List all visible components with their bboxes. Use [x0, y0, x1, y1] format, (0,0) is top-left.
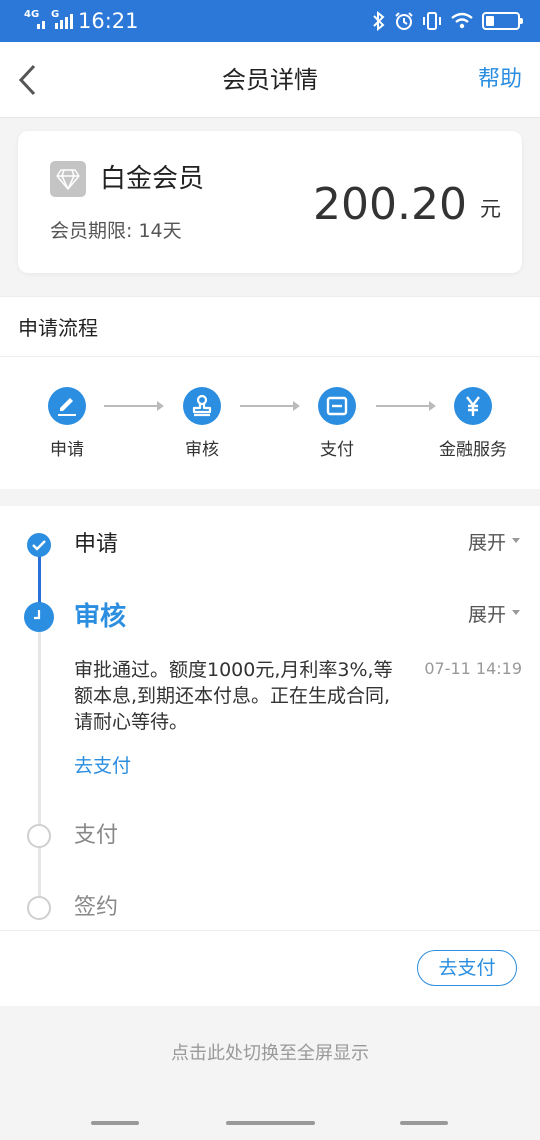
message-timestamp: 07-11 14:19 [424, 659, 522, 678]
expand-toggle[interactable]: 展开 [468, 531, 520, 555]
wallet-icon [318, 387, 356, 425]
member-period: 会员期限: 14天 [50, 220, 182, 242]
pending-circle-icon [27, 896, 51, 920]
yen-icon [454, 387, 492, 425]
clock: 16:21 [78, 9, 139, 33]
fullscreen-toggle[interactable]: 点击此处切换至全屏显示 [0, 1042, 540, 1066]
approval-message: 审批通过。额度1000元,月利率3%,等额本息,到期还本付息。正在生成合同,请耐… [74, 659, 393, 733]
process-panel: 申请流程 申请 审核 支付 金融服务 [0, 296, 540, 489]
timeline-line [38, 631, 41, 906]
help-link[interactable]: 帮助 [478, 64, 522, 96]
status-bar: 4G G 16:21 [0, 0, 540, 42]
timeline-item-label: 申请 [74, 532, 119, 557]
caret-down-icon [512, 610, 520, 615]
signal-bar [70, 14, 73, 29]
member-amount: 200.20 [313, 179, 467, 230]
status-timeline: 申请 展开 审核 展开 审批通过。额度1000元,月利率3%,等额本息,到期还本… [0, 506, 540, 1006]
process-title: 申请流程 [18, 316, 98, 340]
vibrate-icon [423, 12, 441, 30]
step-arrow [376, 401, 436, 411]
check-icon [27, 533, 51, 557]
nav-bar: 会员详情 帮助 [0, 42, 540, 118]
step-arrow [104, 401, 164, 411]
step-label: 审核 [185, 440, 219, 460]
signal-bar [60, 20, 63, 29]
signal-bar [42, 21, 45, 29]
expand-label: 展开 [467, 532, 506, 554]
stamp-icon [183, 387, 221, 425]
network-type-2: G [51, 9, 60, 20]
wifi-icon [451, 12, 473, 29]
go-pay-link[interactable]: 去支付 [74, 754, 131, 778]
network-type: 4G [24, 9, 40, 20]
timeline-item-label: 支付 [74, 823, 119, 848]
expand-toggle[interactable]: 展开 [468, 603, 520, 627]
bluetooth-icon [373, 11, 385, 31]
process-header: 申请流程 [0, 297, 540, 357]
divider [0, 930, 540, 931]
amount-unit: 元 [480, 197, 501, 221]
timeline-item-label: 签约 [74, 895, 119, 920]
signal-bar [37, 24, 40, 29]
status-icons [372, 9, 523, 33]
diamond-icon [50, 161, 86, 197]
nav-gesture-pill [226, 1121, 315, 1125]
nav-gesture-pill [400, 1121, 448, 1125]
step-label: 金融服务 [439, 440, 507, 460]
signal-bar [65, 17, 68, 29]
step-label: 申请 [50, 440, 84, 460]
step-arrow [240, 401, 300, 411]
step-label: 支付 [320, 440, 354, 460]
pencil-icon [48, 387, 86, 425]
go-pay-button[interactable]: 去支付 [417, 950, 517, 986]
caret-down-icon [512, 538, 520, 543]
nav-gesture-pill [91, 1121, 139, 1125]
alarm-icon [395, 12, 413, 30]
battery-icon [482, 12, 523, 30]
timeline-item-label-current: 审核 [74, 602, 127, 632]
member-card: 白金会员 会员期限: 14天 200.20 元 [18, 131, 522, 273]
pending-circle-icon [27, 824, 51, 848]
signal-bar [55, 23, 58, 29]
clock-icon [24, 602, 54, 632]
page-title: 会员详情 [222, 66, 318, 94]
member-tier: 白金会员 [100, 164, 205, 194]
expand-label: 展开 [467, 604, 506, 626]
